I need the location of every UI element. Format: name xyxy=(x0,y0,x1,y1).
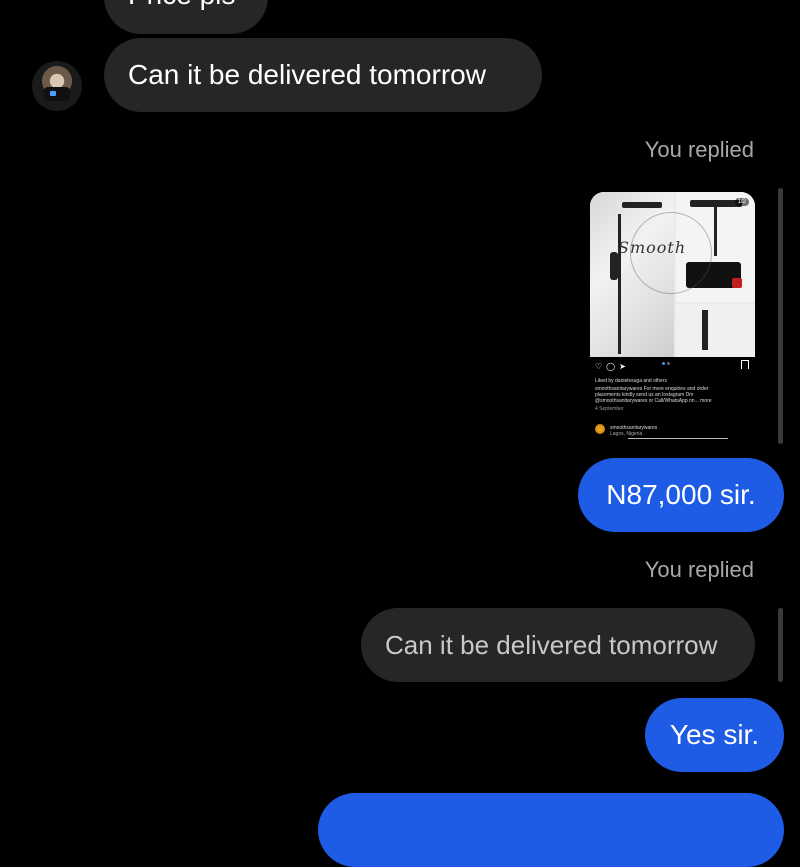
brand-logo-text: Smooth xyxy=(618,238,687,257)
share-icon[interactable]: ➤ xyxy=(619,362,626,371)
message-text: Price pls xyxy=(128,0,235,11)
post-date: 4 September xyxy=(595,406,624,412)
quoted-message-bubble[interactable]: Can it be delivered tomorrow xyxy=(361,608,755,682)
message-text: Can it be delivered tomorrow xyxy=(128,59,486,90)
carousel-dot xyxy=(667,362,670,365)
avatar-detail xyxy=(50,91,56,96)
you-replied-label: You replied xyxy=(644,137,754,162)
outgoing-message-bubble[interactable] xyxy=(318,793,784,867)
shared-post-card[interactable]: Smooth 1/2 ♡ ◯ ➤ Liked by danielesuga an… xyxy=(590,192,755,442)
reply-indicator-bar xyxy=(778,188,783,444)
comment-icon[interactable]: ◯ xyxy=(606,362,615,371)
carousel-dots xyxy=(662,362,670,365)
message-text: N87,000 sir. xyxy=(606,479,756,510)
quoted-message-text: Can it be delivered tomorrow xyxy=(385,629,718,660)
carousel-dot xyxy=(662,362,665,365)
mixer-red-shape xyxy=(732,278,742,288)
outgoing-message-bubble[interactable]: Yes sir. xyxy=(645,698,784,772)
message-text: Yes sir. xyxy=(669,719,760,750)
shower-handle-shape xyxy=(702,310,728,350)
shower-handle-shape xyxy=(610,252,618,280)
avatar-detail xyxy=(44,87,70,101)
location-text: Lagos, Nigeria xyxy=(610,431,643,437)
divider xyxy=(628,438,728,439)
you-replied-label: You replied xyxy=(644,557,754,582)
liked-by-text: Liked by danielesuga and others xyxy=(595,378,667,384)
account-avatar xyxy=(595,424,605,434)
bookmark-icon[interactable] xyxy=(741,360,749,369)
heart-icon[interactable]: ♡ xyxy=(595,362,602,371)
post-actions: ♡ ◯ ➤ xyxy=(595,362,626,371)
outgoing-message-bubble[interactable]: N87,000 sir. xyxy=(578,458,784,532)
post-image: Smooth 1/2 xyxy=(590,192,755,357)
shower-bar-shape xyxy=(714,206,717,256)
incoming-message-bubble[interactable]: Can it be delivered tomorrow xyxy=(104,38,542,112)
shower-head-shape xyxy=(622,202,662,208)
page-count-badge: 1/2 xyxy=(734,198,749,206)
sender-avatar[interactable] xyxy=(32,61,82,111)
caption-line: @smoothsanitarywares or Call/WhatsApp on… xyxy=(595,398,712,404)
incoming-message-bubble[interactable]: Price pls xyxy=(104,0,268,34)
reply-indicator-bar xyxy=(778,608,783,682)
shower-bar-shape xyxy=(618,214,621,354)
